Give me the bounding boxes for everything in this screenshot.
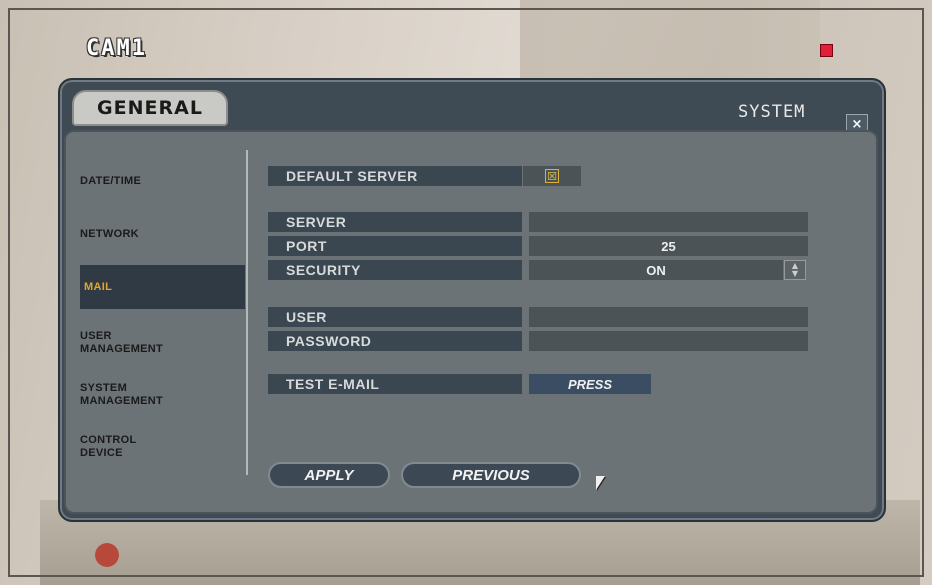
mouse-cursor-icon <box>596 476 605 490</box>
default-server-label: DEFAULT SERVER <box>268 166 522 186</box>
default-server-checkbox[interactable]: ☒ <box>523 166 581 186</box>
security-select[interactable]: ON <box>529 260 783 280</box>
port-field[interactable]: 25 <box>529 236 808 256</box>
server-label: SERVER <box>268 212 522 232</box>
password-label: PASSWORD <box>268 331 522 351</box>
apply-button[interactable]: APPLY <box>268 462 390 488</box>
port-label: PORT <box>268 236 522 256</box>
section-title: SYSTEM <box>738 102 806 122</box>
user-field[interactable] <box>529 307 808 327</box>
security-spinner[interactable]: ▲ ▼ <box>784 260 806 280</box>
user-label: USER <box>268 307 522 327</box>
tab-general[interactable]: GENERAL <box>72 90 228 126</box>
server-field[interactable] <box>529 212 808 232</box>
security-label: SECURITY <box>268 260 522 280</box>
sidebar-item-mail[interactable]: MAIL <box>80 265 245 309</box>
test-email-press-button[interactable]: PRESS <box>529 374 651 394</box>
sidebar-item-system-management[interactable]: SYSTEM MANAGEMENT <box>80 382 245 408</box>
sidebar-item-label: MAIL <box>84 280 113 293</box>
sidebar-item-date-time[interactable]: DATE/TIME <box>80 175 245 188</box>
sidebar-item-network[interactable]: NETWORK <box>80 228 245 241</box>
sidebar-item-control-device[interactable]: CONTROL DEVICE <box>80 434 245 460</box>
camera-label: CAM1 <box>86 36 147 61</box>
password-field[interactable] <box>529 331 808 351</box>
test-email-label: TEST E-MAIL <box>268 374 522 394</box>
checkbox-icon: ☒ <box>545 169 559 183</box>
sidebar-divider <box>246 150 248 475</box>
spinner-down-icon[interactable]: ▼ <box>792 270 798 278</box>
previous-button[interactable]: PREVIOUS <box>401 462 581 488</box>
sidebar-item-user-management[interactable]: USER MANAGEMENT <box>80 330 245 356</box>
record-indicator-icon <box>820 44 833 57</box>
